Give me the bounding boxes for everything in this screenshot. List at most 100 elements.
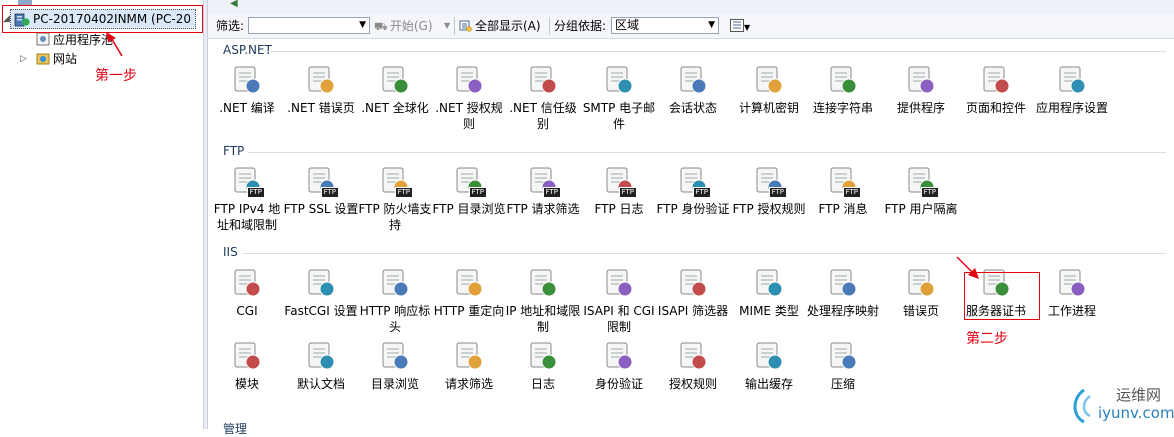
- feature-tile-ftp[interactable]: FTP FTP 日志: [581, 165, 657, 217]
- feature-label: 日志: [530, 377, 555, 391]
- feature-tile-g2-8[interactable]: 处理程序映射: [805, 267, 881, 319]
- groupby-dropdown-icon[interactable]: ▼: [708, 18, 715, 33]
- back-icon[interactable]: ◀: [230, 0, 238, 9]
- feature-label: 请求筛选: [444, 377, 493, 391]
- feature-label: 压缩: [830, 377, 855, 391]
- feature-tile-ip[interactable]: IP 地址和域限制: [505, 267, 581, 335]
- feature-tile-g2-20[interactable]: 压缩: [805, 340, 881, 392]
- feature-tile-g2-11[interactable]: 工作进程: [1034, 267, 1110, 319]
- feature-icon: [527, 267, 559, 299]
- feature-tile-isapi[interactable]: ISAPI 筛选器: [655, 267, 731, 319]
- start-button[interactable]: ⛟ 开始(G): [374, 18, 433, 34]
- feature-label: IP 地址和域限制: [505, 304, 581, 334]
- feature-tile-ftp[interactable]: FTP FTP 身份验证: [655, 165, 731, 217]
- feature-icon: [379, 340, 411, 372]
- filter-dropdown-icon[interactable]: ▼: [359, 18, 366, 33]
- group-header-iis: IIS: [223, 245, 238, 259]
- feature-tile-ftp[interactable]: FTP FTP 用户隔离: [883, 165, 959, 217]
- watermark-url: iyunv.com: [1098, 404, 1174, 422]
- top-strip: ◀: [208, 0, 1174, 15]
- watermark: 运维网 iyunv.com: [1070, 380, 1174, 428]
- feature-tile-ftp-ipv4[interactable]: FTP FTP IPv4 地址和域限制: [209, 165, 285, 233]
- ftp-badge-icon: FTP: [842, 187, 861, 198]
- watermark-logo-icon: [1073, 388, 1091, 424]
- ftp-badge-icon: FTP: [768, 187, 787, 198]
- feature-tile-ftp[interactable]: FTP FTP 目录浏览: [431, 165, 507, 217]
- feature-tile-ftp[interactable]: FTP FTP 请求筛选: [505, 165, 581, 217]
- feature-tile-http[interactable]: HTTP 重定向: [431, 267, 507, 319]
- feature-icon: [1056, 267, 1088, 299]
- feature-icon: [753, 340, 785, 372]
- feature-tile-g2-18[interactable]: 授权规则: [655, 340, 731, 392]
- feature-tile-http[interactable]: HTTP 响应标头: [357, 267, 433, 335]
- feature-tile-net[interactable]: .NET 授权规则: [431, 64, 507, 132]
- feature-icon: [379, 64, 411, 96]
- feature-tile-g0-8[interactable]: 连接字符串: [805, 64, 881, 116]
- feature-tile-fastcgi[interactable]: FastCGI 设置: [283, 267, 359, 319]
- expand-arrow-icon[interactable]: ▷: [20, 54, 27, 64]
- feature-icon: [980, 64, 1012, 96]
- feature-tile-ftp-ssl[interactable]: FTP FTP SSL 设置: [283, 165, 359, 217]
- feature-icon: FTP: [827, 165, 861, 198]
- feature-tile-g2-9[interactable]: 错误页: [883, 267, 959, 319]
- feature-label: HTTP 响应标头: [359, 304, 431, 334]
- feature-tile-g2-12[interactable]: 模块: [209, 340, 285, 392]
- filter-input[interactable]: ▼: [248, 17, 370, 34]
- feature-label: 处理程序映射: [806, 304, 879, 318]
- feature-tile-net[interactable]: .NET 全球化: [357, 64, 433, 116]
- start-dropdown-icon[interactable]: ▼: [444, 18, 450, 34]
- feature-label: 连接字符串: [812, 101, 873, 115]
- feature-tile-g0-7[interactable]: 计算机密钥: [731, 64, 807, 116]
- feature-tile-ftp[interactable]: FTP FTP 防火墙支持: [357, 165, 433, 233]
- groupby-select[interactable]: 区域 ▼: [611, 17, 719, 34]
- ftp-badge-icon: FTP: [468, 187, 487, 198]
- annotation-step1: 第一步: [95, 68, 137, 84]
- feature-tile-net[interactable]: .NET 错误页: [283, 64, 359, 116]
- feature-tile-cgi[interactable]: CGI: [209, 267, 285, 319]
- ftp-badge-icon: FTP: [542, 187, 561, 198]
- show-all-button[interactable]: 全部显示(A): [459, 18, 541, 34]
- feature-icon: [305, 64, 337, 96]
- feature-tile-mime[interactable]: MIME 类型: [731, 267, 807, 319]
- feature-label: 输出缓存: [744, 377, 793, 391]
- feature-label: CGI: [236, 304, 258, 318]
- feature-label: 页面和控件: [965, 101, 1026, 115]
- view-dropdown-icon: ▼: [744, 23, 751, 32]
- start-icon: ⛟: [374, 20, 388, 33]
- feature-label: 授权规则: [668, 377, 717, 391]
- feature-icon: [603, 340, 635, 372]
- feature-icon: [677, 267, 709, 299]
- feature-icon: [905, 64, 937, 96]
- feature-tile-net[interactable]: .NET 信任级别: [505, 64, 581, 132]
- feature-tile-isapi-cgi[interactable]: ISAPI 和 CGI 限制: [581, 267, 657, 335]
- feature-label: HTTP 重定向: [433, 304, 505, 318]
- feature-tile-g2-17[interactable]: 身份验证: [581, 340, 657, 392]
- feature-tile-ftp[interactable]: FTP FTP 消息: [805, 165, 881, 217]
- ftp-badge-icon: FTP: [320, 187, 339, 198]
- feature-tile-g0-10[interactable]: 页面和控件: [958, 64, 1034, 116]
- feature-label: 会话状态: [668, 101, 717, 115]
- feature-tile-g2-13[interactable]: 默认文档: [283, 340, 359, 392]
- feature-icon: [453, 64, 485, 96]
- feature-label: .NET 信任级别: [509, 101, 577, 131]
- feature-tile-g2-15[interactable]: 请求筛选: [431, 340, 507, 392]
- view-mode-button[interactable]: ▼: [730, 18, 750, 34]
- feature-tile-g0-11[interactable]: 应用程序设置: [1034, 64, 1110, 116]
- feature-tile-ftp[interactable]: FTP FTP 授权规则: [731, 165, 807, 217]
- feature-tile-g0-6[interactable]: 会话状态: [655, 64, 731, 116]
- connections-tree: ◢ PC-20170402INMM (PC-20 应用程序池 ▷ 网站 第一步: [0, 0, 203, 429]
- annotation-box-server: [2, 5, 203, 33]
- feature-tile-g0-9[interactable]: 提供程序: [883, 64, 959, 116]
- feature-label: FTP IPv4 地址和域限制: [213, 202, 281, 232]
- feature-tile-smtp[interactable]: SMTP 电子邮件: [581, 64, 657, 132]
- feature-icon: FTP: [453, 165, 487, 198]
- feature-tile-net[interactable]: .NET 编译: [209, 64, 285, 116]
- feature-tile-g2-19[interactable]: 输出缓存: [731, 340, 807, 392]
- tree-item-sites[interactable]: 网站: [36, 50, 77, 68]
- feature-icon: [527, 64, 559, 96]
- feature-icon: [905, 267, 937, 299]
- toolbar-separator: [549, 17, 550, 35]
- feature-tile-g2-14[interactable]: 目录浏览: [357, 340, 433, 392]
- feature-label: FastCGI 设置: [284, 304, 358, 318]
- feature-tile-g2-16[interactable]: 日志: [505, 340, 581, 392]
